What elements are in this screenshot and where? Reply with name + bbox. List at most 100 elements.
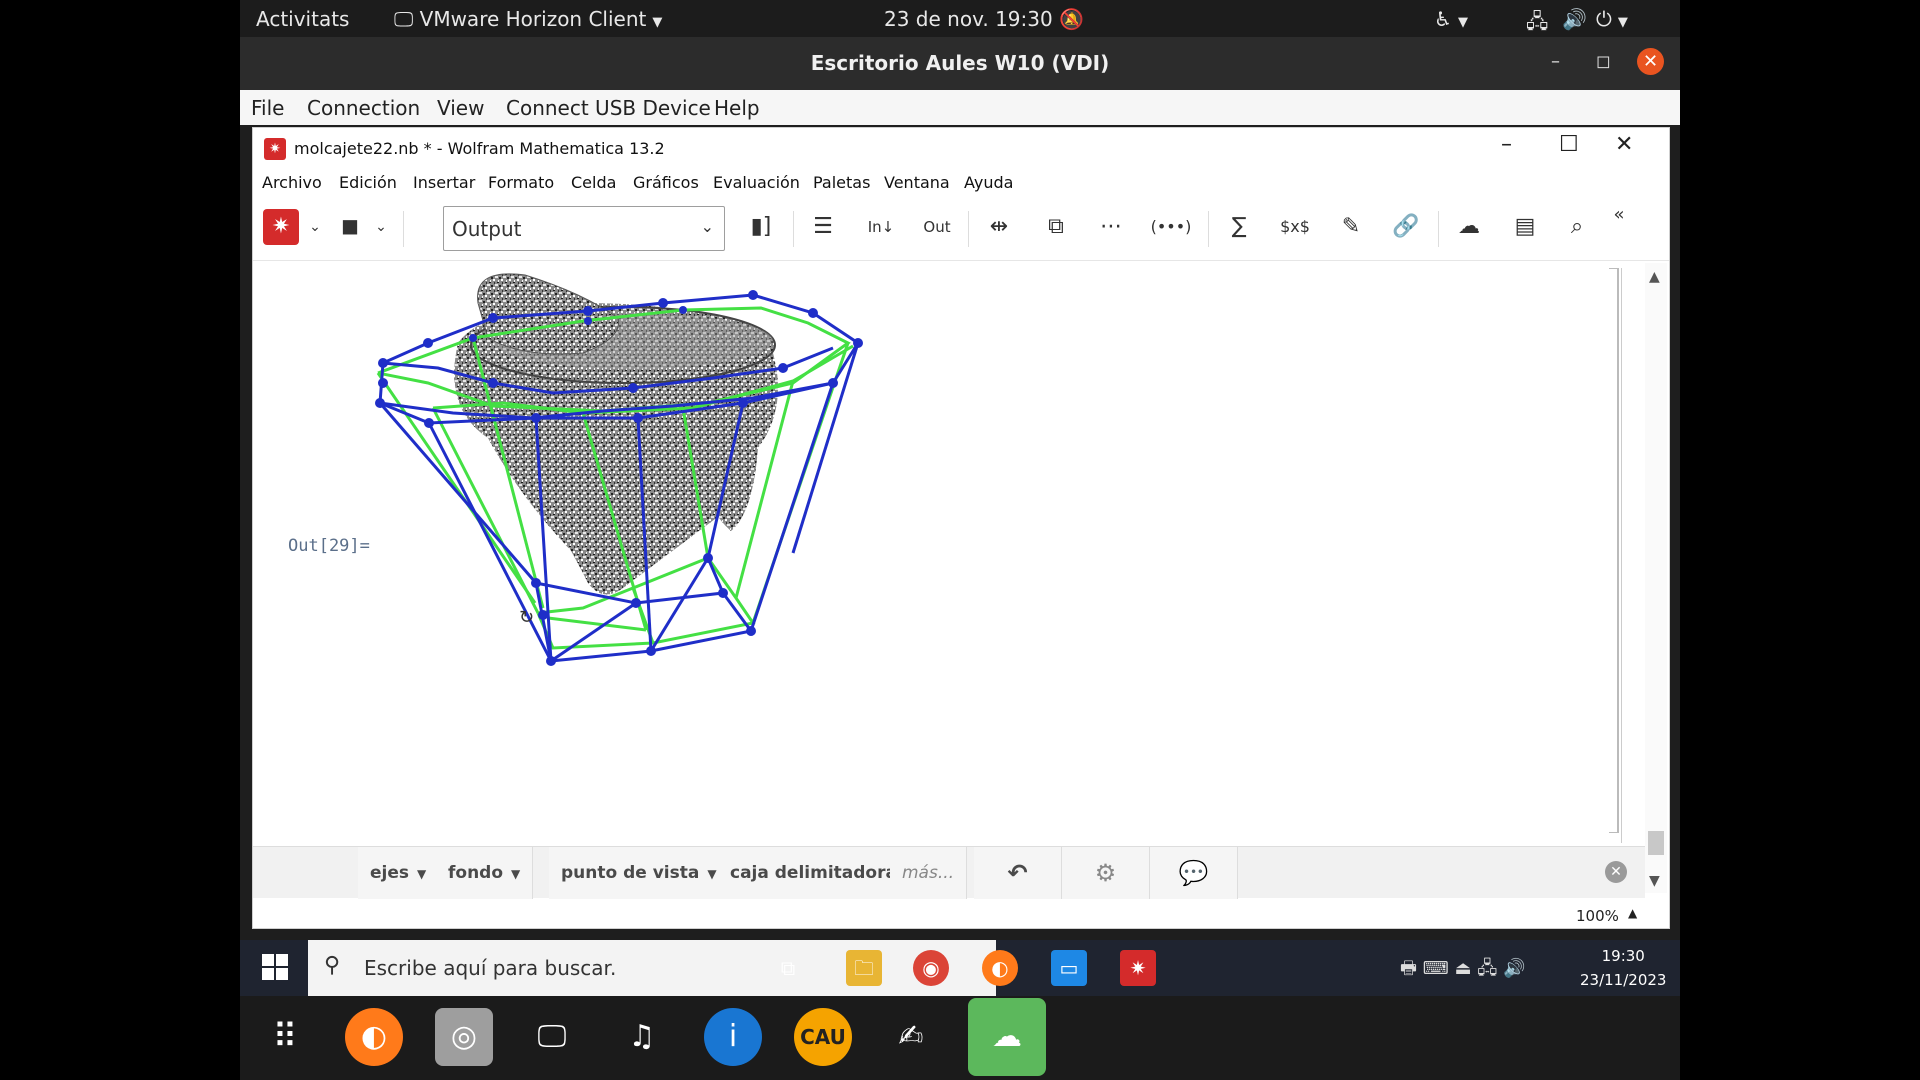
notebook-toolbar: ✷ ⌄ ◼ ⌄ Output ⌄ ▮] ☰ In↓ Out ⇹ ⧉ ⋯ (•••…: [253, 201, 1669, 261]
app-menu[interactable]: 🖵 VMware Horizon Client ▼: [394, 7, 662, 31]
mathematica-taskbar-icon[interactable]: ✷: [1120, 950, 1156, 986]
mathematica-logo-icon: ✷: [264, 138, 286, 160]
cau-icon[interactable]: CAU: [794, 1008, 852, 1066]
menu-archivo[interactable]: Archivo: [262, 173, 322, 192]
scroll-down-icon[interactable]: ▼: [1649, 873, 1660, 889]
viewpoint-suggestion[interactable]: punto de vista ▼: [549, 847, 730, 899]
power-icon[interactable]: ⏻ ▼: [1596, 7, 1628, 31]
group-cells-icon[interactable]: ☰: [805, 207, 841, 247]
file-explorer-icon[interactable]: 🗀: [846, 950, 882, 986]
scroll-thumb[interactable]: [1648, 831, 1664, 855]
network-icon[interactable]: 🖧: [1477, 958, 1497, 979]
mathematica-window: ✷ molcajete22.nb * - Wolfram Mathematica…: [252, 127, 1670, 929]
menu-paletas[interactable]: Paletas: [813, 173, 870, 192]
clock[interactable]: 23 de nov. 19:30 🔕: [884, 7, 1084, 31]
in-output-icon[interactable]: In↓: [863, 207, 899, 247]
close-suggestions-icon[interactable]: ✕: [1605, 861, 1627, 883]
menu-help[interactable]: Help: [714, 96, 760, 120]
bounding-box-suggestion[interactable]: caja delimitadora: [718, 847, 910, 899]
volume-icon[interactable]: 🔊: [1562, 7, 1587, 31]
out-output-icon[interactable]: Out: [919, 207, 955, 247]
chevron-down-icon[interactable]: ⌄: [305, 207, 325, 247]
menu-ventana[interactable]: Ventana: [884, 173, 950, 192]
windows-taskbar: ⚲ Escribe aquí para buscar. ⧉ 🗀 ◉ ◐ ▭ ✷ …: [240, 940, 1680, 996]
usb-icon[interactable]: ⏏: [1454, 958, 1471, 979]
molcajete-3d-graphic[interactable]: ↻: [253, 263, 1253, 763]
music-icon[interactable]: ♫: [613, 1008, 671, 1066]
windows-start-icon[interactable]: [262, 954, 288, 980]
axes-suggestion[interactable]: ejes ▼: [358, 847, 440, 899]
menu-insertar[interactable]: Insertar: [413, 173, 475, 192]
search-icon[interactable]: ⌕: [1559, 207, 1595, 247]
background-label: fondo: [448, 863, 504, 883]
zoom-level[interactable]: 100%: [1576, 907, 1619, 925]
volume-icon[interactable]: 🔊: [1503, 958, 1525, 979]
remote-desktop-icon[interactable]: 🖵: [523, 1008, 581, 1066]
cloud-upload-icon[interactable]: ☁: [1449, 207, 1489, 247]
system-tray: 🖶 ⌨ ⏏ 🖧 🔊: [1400, 956, 1525, 986]
undo-icon[interactable]: ↶: [974, 847, 1062, 899]
taskbar-clock[interactable]: 19:30 23/11/2023: [1580, 944, 1666, 992]
copy-icon[interactable]: ⧉: [1038, 207, 1074, 247]
close-button[interactable]: ✕: [1615, 132, 1633, 157]
menu-connection[interactable]: Connection: [307, 96, 420, 120]
maximize-button[interactable]: ☐: [1559, 132, 1579, 157]
disk-utility-icon[interactable]: ◎: [435, 1008, 493, 1066]
menu-graficos[interactable]: Gráficos: [633, 173, 699, 192]
chrome-icon[interactable]: ◉: [913, 950, 949, 986]
firefox-icon[interactable]: ◐: [982, 950, 1018, 986]
gear-icon[interactable]: ⚙: [1062, 847, 1150, 899]
printer-icon[interactable]: 🖶: [1400, 958, 1417, 979]
cell-style-value: Output: [452, 217, 522, 241]
menu-edicion[interactable]: Edición: [339, 173, 397, 192]
minimize-button[interactable]: –: [1551, 51, 1560, 72]
more-suggestion[interactable]: más...: [890, 847, 968, 899]
abort-icon[interactable]: ◼: [335, 207, 365, 247]
chat-icon[interactable]: 💬: [1150, 847, 1238, 899]
divide-cell-icon[interactable]: ⇹: [981, 207, 1017, 247]
pencil-icon[interactable]: ✎: [1333, 207, 1369, 247]
menu-view[interactable]: View: [437, 96, 484, 120]
cell-bracket-icon[interactable]: ▮]: [743, 207, 779, 247]
caret-up-icon[interactable]: ▲: [1628, 906, 1637, 920]
menu-celda[interactable]: Celda: [571, 173, 616, 192]
menu-evaluacion[interactable]: Evaluación: [713, 173, 800, 192]
background-suggestion[interactable]: fondo ▼: [436, 847, 534, 899]
app-grid-icon[interactable]: ⠿: [256, 1008, 314, 1066]
chevron-down-icon[interactable]: ⌄: [371, 207, 391, 247]
remote-desktop-icon[interactable]: ▭: [1051, 950, 1087, 986]
network-icon[interactable]: 🖧: [1526, 7, 1548, 41]
minimize-button[interactable]: –: [1501, 132, 1512, 157]
menu-ayuda[interactable]: Ayuda: [964, 173, 1013, 192]
evaluate-icon[interactable]: ✷: [263, 209, 299, 245]
accessibility-icon[interactable]: ♿ ▼: [1434, 7, 1468, 31]
taskbar-search[interactable]: ⚲ Escribe aquí para buscar.: [308, 940, 996, 996]
link-icon[interactable]: 🔗: [1388, 207, 1424, 247]
collapse-toolbar-icon[interactable]: «: [1607, 195, 1631, 235]
vmware-horizon-icon[interactable]: ☁: [968, 998, 1046, 1076]
maximize-button[interactable]: ◻: [1596, 51, 1611, 72]
scroll-up-icon[interactable]: ▲: [1649, 269, 1660, 285]
tex-icon[interactable]: $x$: [1277, 207, 1313, 247]
vmware-window-title: Escritorio Aules W10 (VDI): [810, 51, 1110, 75]
keyboard-icon[interactable]: ⌨: [1423, 958, 1449, 979]
group-bracket[interactable]: [1616, 268, 1622, 843]
search-icon: ⚲: [324, 953, 341, 978]
sum-icon[interactable]: ∑: [1221, 207, 1257, 247]
app-name: VMware Horizon Client: [419, 7, 647, 31]
menu-file[interactable]: File: [251, 96, 284, 120]
vertical-scrollbar[interactable]: ▲ ▼: [1645, 263, 1667, 893]
template-icon[interactable]: (•••): [1148, 207, 1194, 247]
activities-button[interactable]: Activitats: [256, 7, 349, 31]
menu-formato[interactable]: Formato: [488, 173, 554, 192]
slideshow-icon[interactable]: ▤: [1505, 207, 1545, 247]
info-icon[interactable]: i: [704, 1008, 762, 1066]
task-view-icon[interactable]: ⧉: [770, 950, 806, 986]
menu-connect-usb-device[interactable]: Connect USB Device: [506, 96, 711, 120]
firefox-icon[interactable]: ◐: [345, 1008, 403, 1066]
text-editor-icon[interactable]: ✍: [882, 1008, 940, 1066]
cell-style-select[interactable]: Output ⌄: [443, 206, 725, 251]
notebook-area[interactable]: Out[29]= ↻: [253, 263, 1636, 846]
ellipsis-icon[interactable]: ⋯: [1093, 207, 1129, 247]
close-button[interactable]: ✕: [1637, 48, 1664, 75]
